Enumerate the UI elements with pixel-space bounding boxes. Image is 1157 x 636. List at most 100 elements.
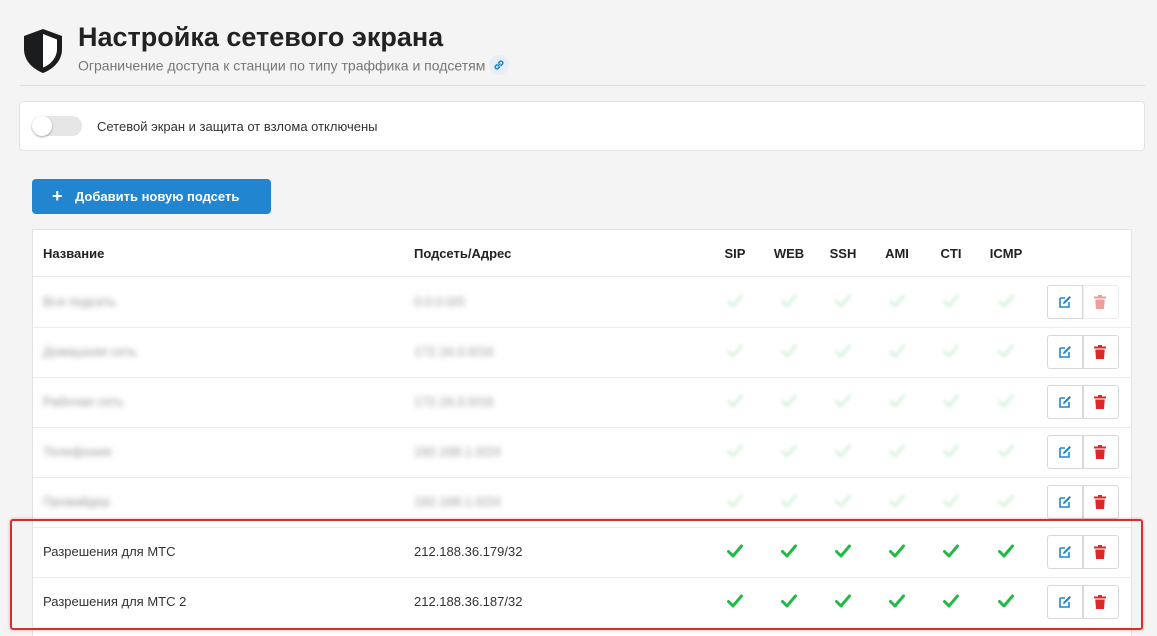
delete-button[interactable]: [1083, 285, 1119, 319]
edit-button[interactable]: [1047, 285, 1083, 319]
delete-button[interactable]: [1083, 435, 1119, 469]
check-icon-sip: [727, 344, 743, 358]
check-icon-sip: [727, 444, 743, 458]
check-icon-ssh: [835, 294, 851, 308]
row-subnet: 172.16.0.0/16: [414, 394, 494, 409]
check-icon-sip: [727, 394, 743, 408]
check-icon-icmp: [998, 594, 1014, 608]
check-icon-sip: [727, 594, 743, 608]
check-icon-ami: [889, 394, 905, 408]
firewall-toggle[interactable]: [32, 116, 82, 136]
row-subnet: 212.188.36.179/32: [414, 544, 523, 559]
check-icon-ssh: [835, 594, 851, 608]
check-icon-ami: [889, 594, 905, 608]
row-subnet: 192.168.1.0/24: [414, 444, 501, 459]
link-icon[interactable]: [489, 55, 510, 75]
column-header-web: WEB: [773, 246, 805, 261]
check-icon-web: [781, 294, 797, 308]
check-icon-cti: [943, 594, 959, 608]
delete-button[interactable]: [1083, 335, 1119, 369]
column-header-cti: CTI: [940, 246, 962, 261]
row-name: Телефония: [43, 444, 112, 459]
table-row: Рабочая сеть 172.16.0.0/16: [33, 377, 1131, 428]
shield-icon: [24, 29, 62, 73]
check-icon-ami: [889, 494, 905, 508]
check-icon-icmp: [998, 394, 1014, 408]
column-header-subnet: Подсеть/Адрес: [414, 246, 512, 261]
check-icon-sip: [727, 544, 743, 558]
page-subtitle: Ограничение доступа к станции по типу тр…: [78, 55, 510, 77]
edit-button[interactable]: [1047, 435, 1083, 469]
check-icon-web: [781, 344, 797, 358]
check-icon-ssh: [835, 444, 851, 458]
check-icon-ami: [889, 294, 905, 308]
check-icon-icmp: [998, 344, 1014, 358]
delete-button[interactable]: [1083, 585, 1119, 619]
row-subnet: 212.188.36.187/32: [414, 594, 523, 609]
table-header: Название Подсеть/Адрес SIP WEB SSH AMI C…: [33, 230, 1131, 277]
row-name: Рабочая сеть: [43, 394, 124, 409]
column-header-ami: AMI: [885, 246, 909, 261]
check-icon-ami: [889, 544, 905, 558]
page-title: Настройка сетевого экрана: [78, 22, 444, 52]
table-row: Провайдер 192.168.1.0/24: [33, 477, 1131, 528]
check-icon-cti: [943, 394, 959, 408]
delete-button[interactable]: [1083, 485, 1119, 519]
table-row: Вся подсеть 0.0.0.0/0: [33, 277, 1131, 328]
add-subnet-label: Добавить новую подсеть: [75, 189, 240, 204]
column-header-icmp: ICMP: [989, 246, 1023, 261]
row-name: Домашняя сеть: [43, 344, 137, 359]
edit-button[interactable]: [1047, 335, 1083, 369]
delete-button[interactable]: [1083, 535, 1119, 569]
table-row: Разрешения для МТС 2 212.188.36.187/32: [33, 577, 1131, 628]
check-icon-web: [781, 444, 797, 458]
check-icon-ssh: [835, 344, 851, 358]
table-row: Домашняя сеть 172.16.0.0/16: [33, 327, 1131, 378]
check-icon-sip: [727, 294, 743, 308]
column-header-sip: SIP: [724, 246, 746, 261]
plus-icon: +: [52, 186, 63, 206]
add-subnet-button[interactable]: + Добавить новую подсеть: [32, 179, 271, 214]
check-icon-cti: [943, 444, 959, 458]
row-name: Разрешения для МТС: [43, 544, 176, 559]
edit-button[interactable]: [1047, 385, 1083, 419]
check-icon-icmp: [998, 544, 1014, 558]
check-icon-cti: [943, 294, 959, 308]
delete-button[interactable]: [1083, 385, 1119, 419]
table-row: Разрешения для МТС 212.188.36.179/32: [33, 527, 1131, 578]
row-subnet: 0.0.0.0/0: [414, 294, 465, 309]
check-icon-icmp: [998, 294, 1014, 308]
check-icon-web: [781, 494, 797, 508]
table-row: Телефония 192.168.1.0/24: [33, 427, 1131, 478]
check-icon-cti: [943, 494, 959, 508]
toggle-knob: [32, 116, 52, 136]
edit-button[interactable]: [1047, 585, 1083, 619]
check-icon-cti: [943, 544, 959, 558]
check-icon-web: [781, 544, 797, 558]
check-icon-icmp: [998, 494, 1014, 508]
row-subnet: 172.16.0.0/16: [414, 344, 494, 359]
check-icon-web: [781, 394, 797, 408]
column-header-ssh: SSH: [829, 246, 857, 261]
edit-button[interactable]: [1047, 485, 1083, 519]
row-name: Разрешения для МТС 2: [43, 594, 187, 609]
check-icon-ssh: [835, 394, 851, 408]
edit-button[interactable]: [1047, 535, 1083, 569]
check-icon-ami: [889, 444, 905, 458]
subnets-table: Название Подсеть/Адрес SIP WEB SSH AMI C…: [32, 229, 1132, 636]
check-icon-ssh: [835, 544, 851, 558]
subtitle-text: Ограничение доступа к станции по типу тр…: [78, 57, 486, 74]
row-name: Провайдер: [43, 494, 111, 509]
check-icon-icmp: [998, 444, 1014, 458]
row-subnet: 192.168.1.0/24: [414, 494, 501, 509]
header-divider: [20, 85, 1145, 86]
check-icon-ssh: [835, 494, 851, 508]
firewall-toggle-label: Сетевой экран и защита от взлома отключе…: [97, 119, 378, 134]
check-icon-cti: [943, 344, 959, 358]
firewall-toggle-card: Сетевой экран и защита от взлома отключе…: [19, 101, 1145, 151]
check-icon-sip: [727, 494, 743, 508]
row-name: Вся подсеть: [43, 294, 117, 309]
check-icon-web: [781, 594, 797, 608]
check-icon-ami: [889, 344, 905, 358]
column-header-name: Название: [43, 246, 105, 261]
